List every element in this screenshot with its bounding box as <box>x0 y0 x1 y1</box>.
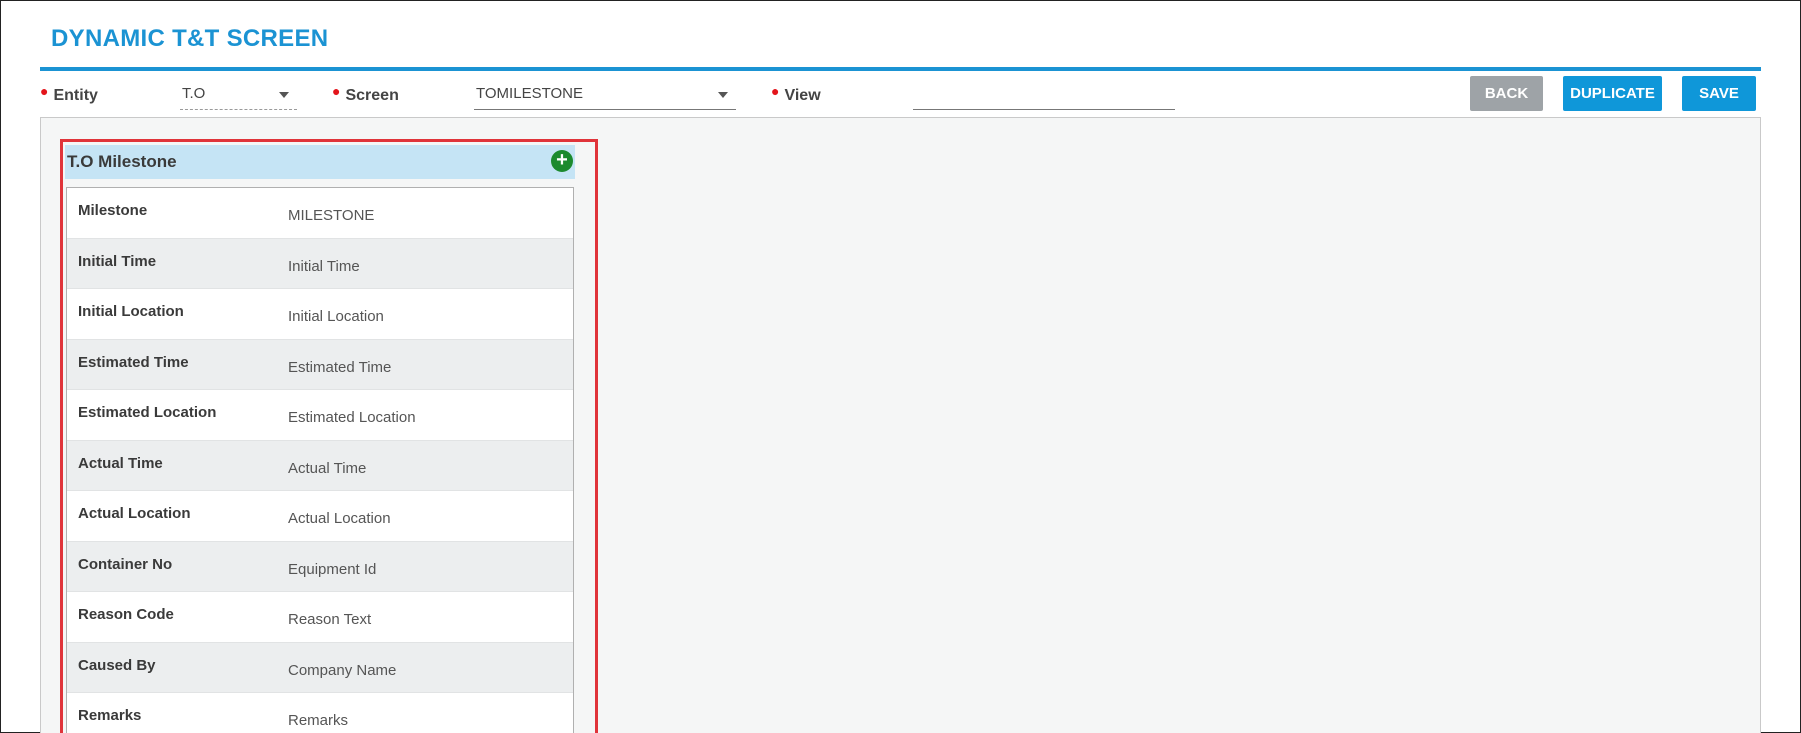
field-value: Initial Location <box>288 308 384 325</box>
field-value: Actual Time <box>288 459 367 477</box>
list-item[interactable]: Remarks Remarks <box>67 693 573 733</box>
chevron-down-icon[interactable] <box>718 92 728 98</box>
field-key: Milestone <box>78 202 148 219</box>
field-key: Container No <box>78 555 173 573</box>
entity-label-text: Entity <box>53 87 98 104</box>
list-item[interactable]: Estimated Time Estimated Time <box>67 339 573 390</box>
entity-select[interactable]: T.O <box>180 83 297 110</box>
required-dot-icon: ● <box>771 83 780 99</box>
field-key: Reason Code <box>78 606 174 623</box>
field-value: Initial Time <box>288 257 360 275</box>
panel-header[interactable]: T.O Milestone + <box>65 145 575 179</box>
field-key: Estimated Location <box>78 404 217 421</box>
view-label-text: View <box>784 87 821 104</box>
field-key: Initial Time <box>78 252 157 270</box>
chevron-down-icon[interactable] <box>279 92 289 98</box>
field-list: Milestone MILESTONE Initial Time Initial… <box>66 187 574 733</box>
page-title: DYNAMIC T&T SCREEN <box>51 25 329 52</box>
view-label: ● View <box>771 83 821 105</box>
list-item[interactable]: Caused By Company Name <box>67 642 573 693</box>
field-value: Actual Location <box>288 510 391 527</box>
panel-title: T.O Milestone <box>67 152 177 171</box>
field-value: Reason Text <box>288 611 372 628</box>
field-key: Initial Location <box>78 303 184 320</box>
field-value: Company Name <box>288 661 397 679</box>
field-key: Estimated Time <box>78 353 189 371</box>
screen-label: ● Screen <box>332 83 399 105</box>
screen-label-text: Screen <box>345 87 399 104</box>
screen-select-value: TOMILESTONE <box>476 85 583 102</box>
field-value: Remarks <box>288 712 349 729</box>
field-key: Remarks <box>78 707 142 724</box>
required-dot-icon: ● <box>332 83 341 99</box>
view-input[interactable] <box>913 85 1175 110</box>
list-item[interactable]: Milestone MILESTONE <box>67 188 573 239</box>
duplicate-button[interactable]: DUPLICATE <box>1563 76 1662 111</box>
list-item[interactable]: Estimated Location Estimated Location <box>67 390 573 441</box>
milestone-panel[interactable]: T.O Milestone + Milestone MILESTONE Init… <box>60 139 598 733</box>
list-item[interactable]: Initial Time Initial Time <box>67 238 573 289</box>
required-dot-icon: ● <box>40 83 49 99</box>
field-value: MILESTONE <box>288 207 375 224</box>
entity-label: ● Entity <box>40 83 98 105</box>
list-item[interactable]: Reason Code Reason Text <box>67 592 573 643</box>
list-item[interactable]: Actual Time Actual Time <box>67 440 573 491</box>
field-key: Actual Location <box>78 505 191 522</box>
field-value: Estimated Location <box>288 409 416 426</box>
field-key: Caused By <box>78 656 156 674</box>
list-item[interactable]: Actual Location Actual Location <box>67 491 573 542</box>
field-value: Estimated Time <box>288 358 392 376</box>
screen-select[interactable]: TOMILESTONE <box>474 83 736 110</box>
field-value: Equipment Id <box>288 560 377 578</box>
entity-select-value: T.O <box>182 85 206 102</box>
back-button[interactable]: BACK <box>1470 76 1543 111</box>
save-button[interactable]: SAVE <box>1682 76 1756 111</box>
title-divider <box>40 67 1761 71</box>
plus-circle-icon[interactable]: + <box>551 150 573 172</box>
field-key: Actual Time <box>78 454 163 472</box>
list-item[interactable]: Initial Location Initial Location <box>67 289 573 340</box>
list-item[interactable]: Container No Equipment Id <box>67 541 573 592</box>
